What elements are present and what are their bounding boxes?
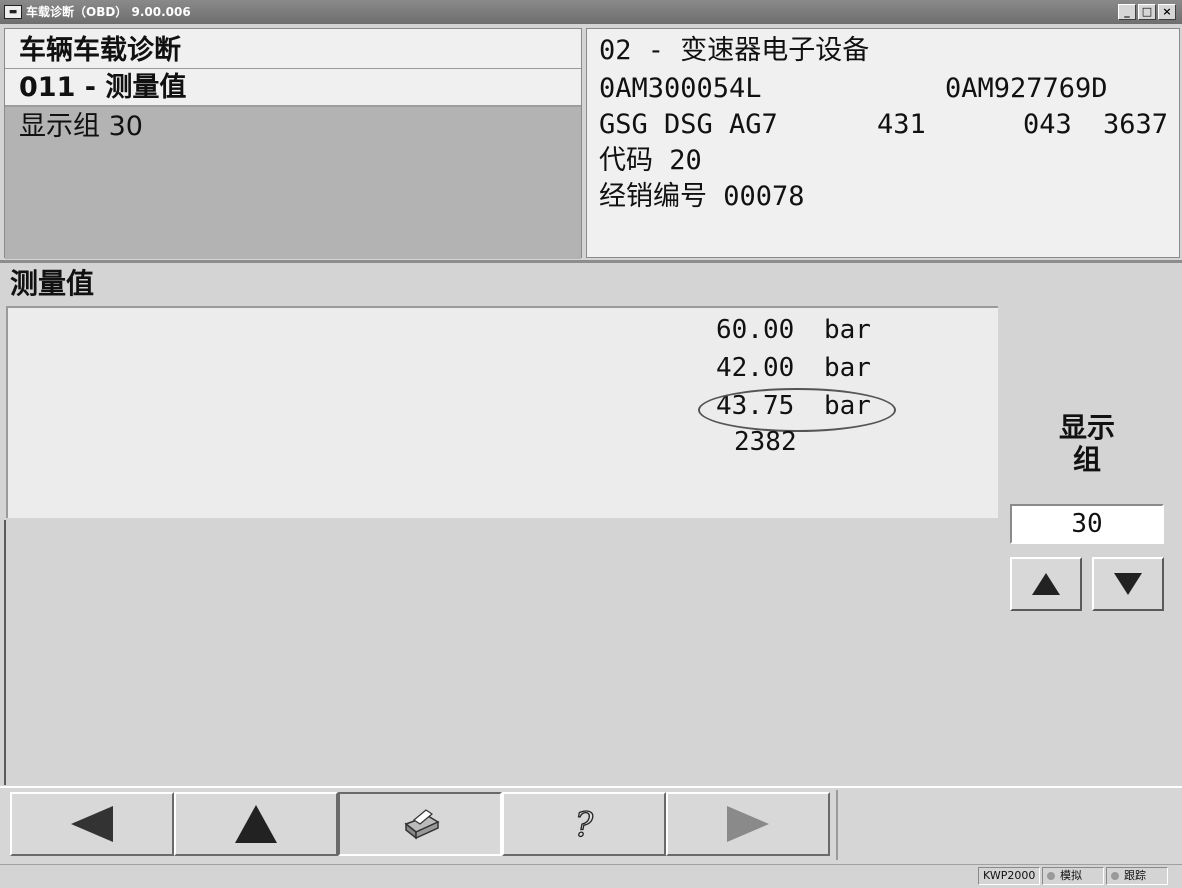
measured-values-panel: 60.00 bar 42.00 bar 43.75 bar 2382 bbox=[6, 306, 998, 518]
display-group-title-line2: 组 bbox=[1072, 443, 1101, 476]
group-down-button[interactable] bbox=[1092, 557, 1164, 611]
protocol-label: KWP2000 bbox=[983, 869, 1036, 882]
trace-status: 跟踪 bbox=[1106, 867, 1168, 885]
status-dot-icon bbox=[1047, 872, 1055, 880]
display-group-input[interactable]: 30 bbox=[1010, 504, 1164, 544]
module-name: 02 - 变速器电子设备 bbox=[599, 35, 870, 66]
value-number: 60.00 bbox=[716, 315, 795, 345]
display-group-title: 显示 组 bbox=[1010, 412, 1164, 476]
value-row-4: 2382 bbox=[734, 424, 797, 460]
panel-edge bbox=[4, 520, 6, 785]
help-button[interactable]: ? bbox=[502, 792, 666, 856]
selected-group-row[interactable]: 显示组 30 bbox=[5, 105, 581, 259]
component-id: GSG DSG AG7 bbox=[599, 109, 778, 140]
value-number: 42.00 bbox=[716, 353, 795, 383]
module-info-panel: 02 - 变速器电子设备 0AM300054L 0AM927769D GSG D… bbox=[586, 28, 1180, 258]
status-bar: KWP2000 模拟 跟踪 bbox=[0, 864, 1182, 888]
display-group-label: 显示组 30 bbox=[19, 111, 143, 142]
protocol-status: KWP2000 bbox=[978, 867, 1040, 885]
question-icon: ? bbox=[574, 804, 594, 844]
forward-button[interactable] bbox=[666, 792, 830, 856]
toolbar-separator bbox=[836, 790, 838, 860]
printer-icon bbox=[404, 809, 440, 840]
display-group-title-line1: 显示 bbox=[1058, 411, 1115, 444]
arrow-left-icon bbox=[71, 806, 113, 842]
section-divider bbox=[0, 260, 1182, 263]
highlight-ellipse bbox=[698, 388, 896, 432]
function-title: 车辆车载诊断 bbox=[5, 33, 581, 69]
window-controls: _ □ × bbox=[1118, 4, 1176, 20]
component-value-2: 043 bbox=[1023, 109, 1072, 140]
function-panel: 车辆车载诊断 011 - 测量值 显示组 30 bbox=[4, 28, 582, 259]
print-button[interactable] bbox=[338, 792, 502, 856]
component-value-3: 3637 bbox=[1103, 109, 1169, 140]
title-bar: ▬ 车载诊断（OBD） 9.00.006 _ □ × bbox=[0, 0, 1182, 24]
dealer-number: 经销编号 00078 bbox=[599, 181, 805, 212]
svg-text:?: ? bbox=[575, 805, 594, 844]
simulation-status: 模拟 bbox=[1042, 867, 1104, 885]
maximize-button[interactable]: □ bbox=[1138, 4, 1156, 20]
status-dot-icon bbox=[1111, 872, 1119, 880]
part-number-2: 0AM927769D bbox=[945, 73, 1108, 104]
value-unit: bar bbox=[823, 353, 871, 383]
group-up-button[interactable] bbox=[1010, 557, 1082, 611]
minimize-button[interactable]: _ bbox=[1118, 4, 1136, 20]
simulation-label: 模拟 bbox=[1060, 869, 1082, 882]
value-number: 2382 bbox=[734, 427, 797, 457]
coding: 代码 20 bbox=[599, 145, 702, 176]
triangle-down-icon bbox=[1114, 573, 1142, 595]
value-unit: bar bbox=[823, 315, 871, 345]
part-number: 0AM300054L bbox=[599, 73, 762, 104]
section-title: 测量值 bbox=[10, 267, 95, 300]
component-value-1: 431 bbox=[877, 109, 926, 140]
value-row-2: 42.00 bar bbox=[716, 350, 871, 386]
triangle-up-icon bbox=[1032, 573, 1060, 595]
car-icon: ▬ bbox=[4, 5, 22, 19]
window-title: 车载诊断（OBD） 9.00.006 bbox=[26, 5, 191, 19]
up-button[interactable] bbox=[174, 792, 338, 856]
function-subtitle: 011 - 测量值 bbox=[19, 72, 187, 103]
value-row-1: 60.00 bar bbox=[716, 312, 871, 348]
arrow-up-icon bbox=[235, 805, 277, 843]
trace-label: 跟踪 bbox=[1124, 869, 1146, 882]
close-button[interactable]: × bbox=[1158, 4, 1176, 20]
back-button[interactable] bbox=[10, 792, 174, 856]
arrow-right-icon bbox=[727, 806, 769, 842]
